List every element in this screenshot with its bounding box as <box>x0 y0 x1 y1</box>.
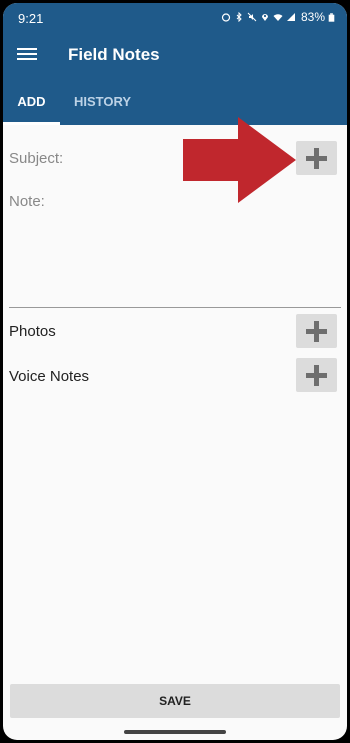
save-button[interactable]: SAVE <box>10 684 340 718</box>
voice-notes-label: Voice Notes <box>9 368 90 385</box>
battery-icon <box>328 12 335 22</box>
phone-screen: 9:21 83% Field Notes ADD HISTORY Subject… <box>3 3 347 740</box>
add-photo-button[interactable] <box>296 314 337 348</box>
tab-history[interactable]: HISTORY <box>74 78 131 125</box>
alarm-icon <box>221 13 231 22</box>
tab-add-label: ADD <box>17 94 46 109</box>
add-voice-note-button[interactable] <box>296 358 337 392</box>
battery-percent: 83% <box>300 10 325 24</box>
signal-icon <box>286 13 295 21</box>
tab-selected-indicator <box>3 122 60 125</box>
mute-icon <box>247 12 257 22</box>
status-icons: 83% <box>221 10 335 24</box>
photos-label: Photos <box>9 323 56 340</box>
hamburger-menu-icon[interactable] <box>17 45 37 63</box>
note-input[interactable] <box>9 188 339 303</box>
subject-label: Subject: <box>9 150 64 167</box>
tab-add[interactable]: ADD <box>3 78 60 125</box>
status-time: 9:21 <box>18 11 44 26</box>
wifi-icon <box>273 14 283 21</box>
app-bar: Field Notes <box>3 33 347 78</box>
app-title: Field Notes <box>68 45 160 64</box>
status-bar: 9:21 83% <box>3 3 347 33</box>
divider <box>9 307 341 308</box>
add-subject-button[interactable] <box>296 141 337 175</box>
location-icon <box>261 14 268 21</box>
tab-history-label: HISTORY <box>74 94 132 109</box>
bluetooth-icon <box>236 12 242 22</box>
gesture-nav-bar[interactable] <box>124 730 226 734</box>
